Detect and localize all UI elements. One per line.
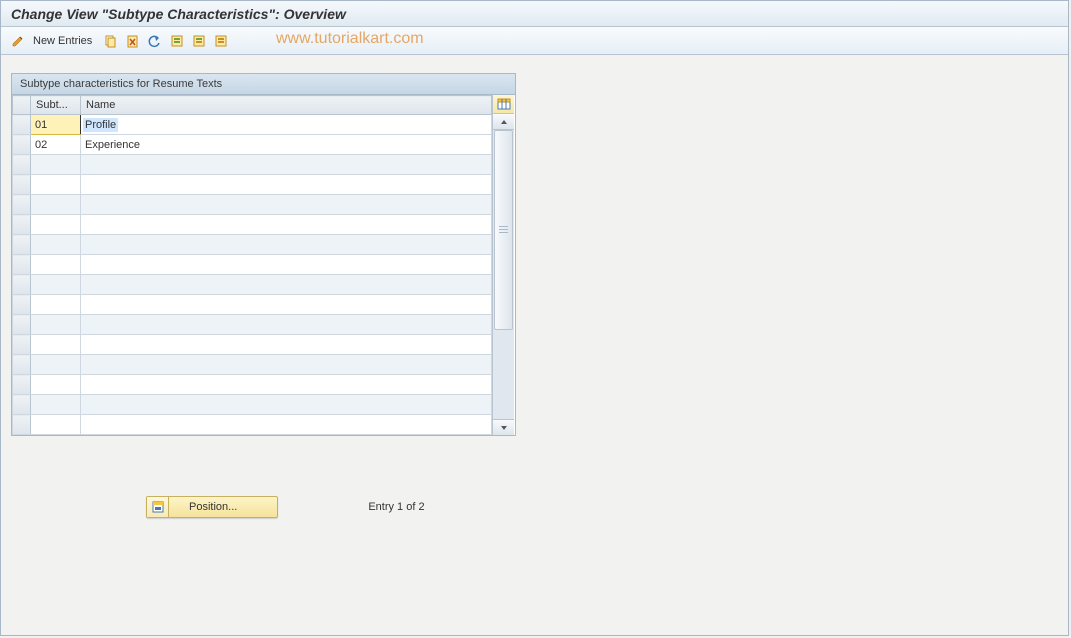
cell-subt[interactable] <box>31 415 81 435</box>
panel-title: Subtype characteristics for Resume Texts <box>12 74 515 95</box>
subtype-panel: Subtype characteristics for Resume Texts… <box>11 73 516 436</box>
cell-name[interactable] <box>81 295 492 315</box>
scroll-down-icon[interactable] <box>493 419 514 435</box>
vertical-scrollbar <box>492 95 514 435</box>
row-selector[interactable] <box>13 135 31 155</box>
row-selector[interactable] <box>13 255 31 275</box>
table-row-empty[interactable] <box>13 415 492 435</box>
row-selector[interactable] <box>13 115 31 135</box>
row-selector[interactable] <box>13 175 31 195</box>
table-row-empty[interactable] <box>13 275 492 295</box>
table-row-empty[interactable] <box>13 195 492 215</box>
cell-subt[interactable]: 01 <box>31 115 81 135</box>
cell-subt[interactable]: 02 <box>31 135 81 155</box>
table-row-empty[interactable] <box>13 355 492 375</box>
position-button[interactable]: Position... <box>146 496 278 518</box>
table-row-empty[interactable] <box>13 175 492 195</box>
cell-subt[interactable] <box>31 255 81 275</box>
cell-name[interactable] <box>81 255 492 275</box>
cell-subt[interactable] <box>31 215 81 235</box>
toggle-edit-icon[interactable] <box>9 32 27 50</box>
row-selector[interactable] <box>13 275 31 295</box>
watermark: www.tutorialkart.com <box>276 30 424 48</box>
title-bar: Change View "Subtype Characteristics": O… <box>1 1 1068 27</box>
delete-icon[interactable] <box>124 32 142 50</box>
col-header-select[interactable] <box>13 96 31 115</box>
row-selector[interactable] <box>13 155 31 175</box>
scroll-track[interactable] <box>493 130 514 419</box>
cell-subt[interactable] <box>31 195 81 215</box>
position-label: Position... <box>169 501 277 513</box>
cell-subt[interactable] <box>31 175 81 195</box>
cell-name[interactable] <box>81 215 492 235</box>
table-row-empty[interactable] <box>13 375 492 395</box>
app-frame: Change View "Subtype Characteristics": O… <box>0 0 1069 636</box>
scroll-up-icon[interactable] <box>493 114 514 130</box>
table-row-empty[interactable] <box>13 295 492 315</box>
col-header-subt[interactable]: Subt... <box>31 96 81 115</box>
subtype-table: Subt... Name 01Profile02Experience <box>12 95 492 435</box>
row-selector[interactable] <box>13 215 31 235</box>
toolbar: New Entries www.tutorialkart.com <box>1 27 1068 55</box>
content-area: Subtype characteristics for Resume Texts… <box>1 55 1068 536</box>
cell-name[interactable] <box>81 375 492 395</box>
cell-subt[interactable] <box>31 235 81 255</box>
row-selector[interactable] <box>13 335 31 355</box>
cell-subt[interactable] <box>31 335 81 355</box>
table-row-empty[interactable] <box>13 315 492 335</box>
cell-name[interactable] <box>81 175 492 195</box>
entry-status: Entry 1 of 2 <box>368 501 424 513</box>
cell-subt[interactable] <box>31 295 81 315</box>
cell-subt[interactable] <box>31 395 81 415</box>
cell-name[interactable] <box>81 395 492 415</box>
page-title: Change View "Subtype Characteristics": O… <box>11 6 1058 22</box>
select-block-icon[interactable] <box>190 32 208 50</box>
select-all-icon[interactable] <box>168 32 186 50</box>
table-settings-icon[interactable] <box>493 95 514 114</box>
row-selector[interactable] <box>13 315 31 335</box>
cell-name[interactable] <box>81 415 492 435</box>
position-icon <box>147 497 169 517</box>
col-header-name[interactable]: Name <box>81 96 492 115</box>
row-selector[interactable] <box>13 195 31 215</box>
scroll-thumb[interactable] <box>494 130 513 330</box>
table-row-empty[interactable] <box>13 335 492 355</box>
cell-subt[interactable] <box>31 375 81 395</box>
table-row[interactable]: 01Profile <box>13 115 492 135</box>
footer-row: Position... Entry 1 of 2 <box>11 496 1058 518</box>
cell-name[interactable]: Experience <box>81 135 492 155</box>
row-selector[interactable] <box>13 415 31 435</box>
cell-name[interactable] <box>81 335 492 355</box>
table-row[interactable]: 02Experience <box>13 135 492 155</box>
table-row-empty[interactable] <box>13 235 492 255</box>
cell-name[interactable] <box>81 195 492 215</box>
copy-icon[interactable] <box>102 32 120 50</box>
deselect-all-icon[interactable] <box>212 32 230 50</box>
row-selector[interactable] <box>13 355 31 375</box>
cell-name[interactable] <box>81 355 492 375</box>
table-row-empty[interactable] <box>13 395 492 415</box>
cell-subt[interactable] <box>31 155 81 175</box>
row-selector[interactable] <box>13 235 31 255</box>
cell-name[interactable] <box>81 155 492 175</box>
cell-subt[interactable] <box>31 315 81 335</box>
cell-subt[interactable] <box>31 275 81 295</box>
table-row-empty[interactable] <box>13 155 492 175</box>
cell-name[interactable] <box>81 235 492 255</box>
row-selector[interactable] <box>13 395 31 415</box>
cell-name[interactable]: Profile <box>81 115 492 135</box>
table-row-empty[interactable] <box>13 215 492 235</box>
undo-icon[interactable] <box>146 32 164 50</box>
row-selector[interactable] <box>13 375 31 395</box>
cell-subt[interactable] <box>31 355 81 375</box>
cell-name[interactable] <box>81 315 492 335</box>
cell-name[interactable] <box>81 275 492 295</box>
new-entries-button[interactable]: New Entries <box>31 35 98 47</box>
table-row-empty[interactable] <box>13 255 492 275</box>
row-selector[interactable] <box>13 295 31 315</box>
